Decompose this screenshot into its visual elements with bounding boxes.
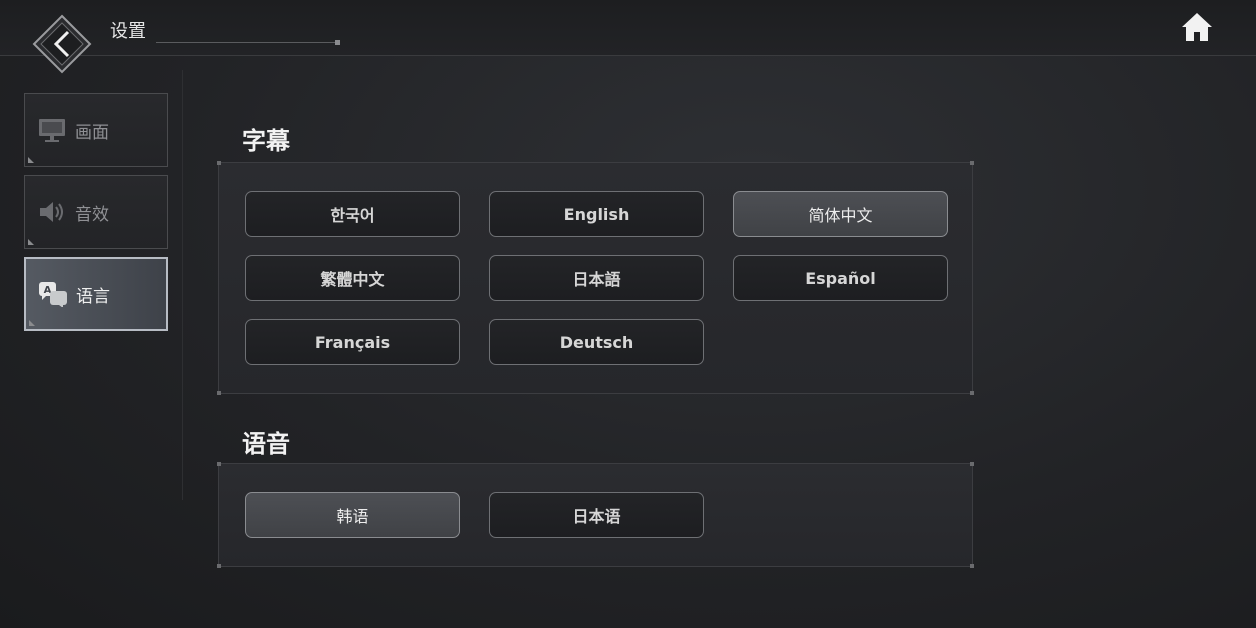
subtitles-section-title: 字幕 bbox=[242, 127, 290, 155]
subtitle-option-japanese[interactable]: 日本語 bbox=[489, 255, 704, 301]
corner-mark bbox=[29, 320, 35, 326]
panel-corner bbox=[970, 462, 974, 466]
subtitle-option-english[interactable]: English bbox=[489, 191, 704, 237]
subtitle-option-french[interactable]: Français bbox=[245, 319, 460, 365]
home-icon bbox=[1182, 13, 1212, 41]
top-bar: 设置 bbox=[0, 0, 1256, 74]
sidebar-item-display[interactable]: 画面 bbox=[24, 93, 168, 167]
voice-option-korean[interactable]: 韩语 bbox=[245, 492, 460, 538]
sidebar: 画面 音效 A 语言 bbox=[24, 93, 168, 339]
page-title: 设置 bbox=[110, 21, 146, 42]
sidebar-item-audio[interactable]: 音效 bbox=[24, 175, 168, 249]
sidebar-divider bbox=[182, 70, 183, 500]
subtitle-option-korean[interactable]: 한국어 bbox=[245, 191, 460, 237]
subtitle-option-traditional-chinese[interactable]: 繁體中文 bbox=[245, 255, 460, 301]
panel-corner bbox=[970, 564, 974, 568]
corner-mark bbox=[28, 239, 34, 245]
panel-corner bbox=[217, 462, 221, 466]
subtitle-option-simplified-chinese[interactable]: 简体中文 bbox=[733, 191, 948, 237]
monitor-icon bbox=[37, 117, 67, 143]
home-button[interactable] bbox=[1180, 11, 1214, 43]
voice-section-title: 语音 bbox=[242, 430, 290, 458]
subtitle-option-spanish[interactable]: Español bbox=[733, 255, 948, 301]
panel-corner bbox=[217, 564, 221, 568]
sidebar-item-label: 音效 bbox=[75, 204, 109, 225]
speaker-icon bbox=[37, 199, 67, 225]
sidebar-item-language[interactable]: A 语言 bbox=[24, 257, 168, 331]
title-underline bbox=[156, 40, 340, 45]
panel-corner bbox=[217, 391, 221, 395]
back-button[interactable] bbox=[32, 14, 92, 74]
panel-corner bbox=[970, 391, 974, 395]
voice-option-japanese[interactable]: 日本语 bbox=[489, 492, 704, 538]
panel-corner bbox=[217, 161, 221, 165]
panel-corner bbox=[970, 161, 974, 165]
sidebar-item-label: 语言 bbox=[76, 286, 110, 307]
sidebar-item-label: 画面 bbox=[75, 122, 109, 143]
back-chevron-icon bbox=[32, 14, 92, 74]
translate-icon: A bbox=[38, 281, 68, 307]
corner-mark bbox=[28, 157, 34, 163]
subtitle-option-german[interactable]: Deutsch bbox=[489, 319, 704, 365]
voice-panel: 韩语 日本语 bbox=[217, 462, 974, 568]
subtitles-panel: 한국어 English 简体中文 繁體中文 日本語 Español França… bbox=[217, 161, 974, 395]
